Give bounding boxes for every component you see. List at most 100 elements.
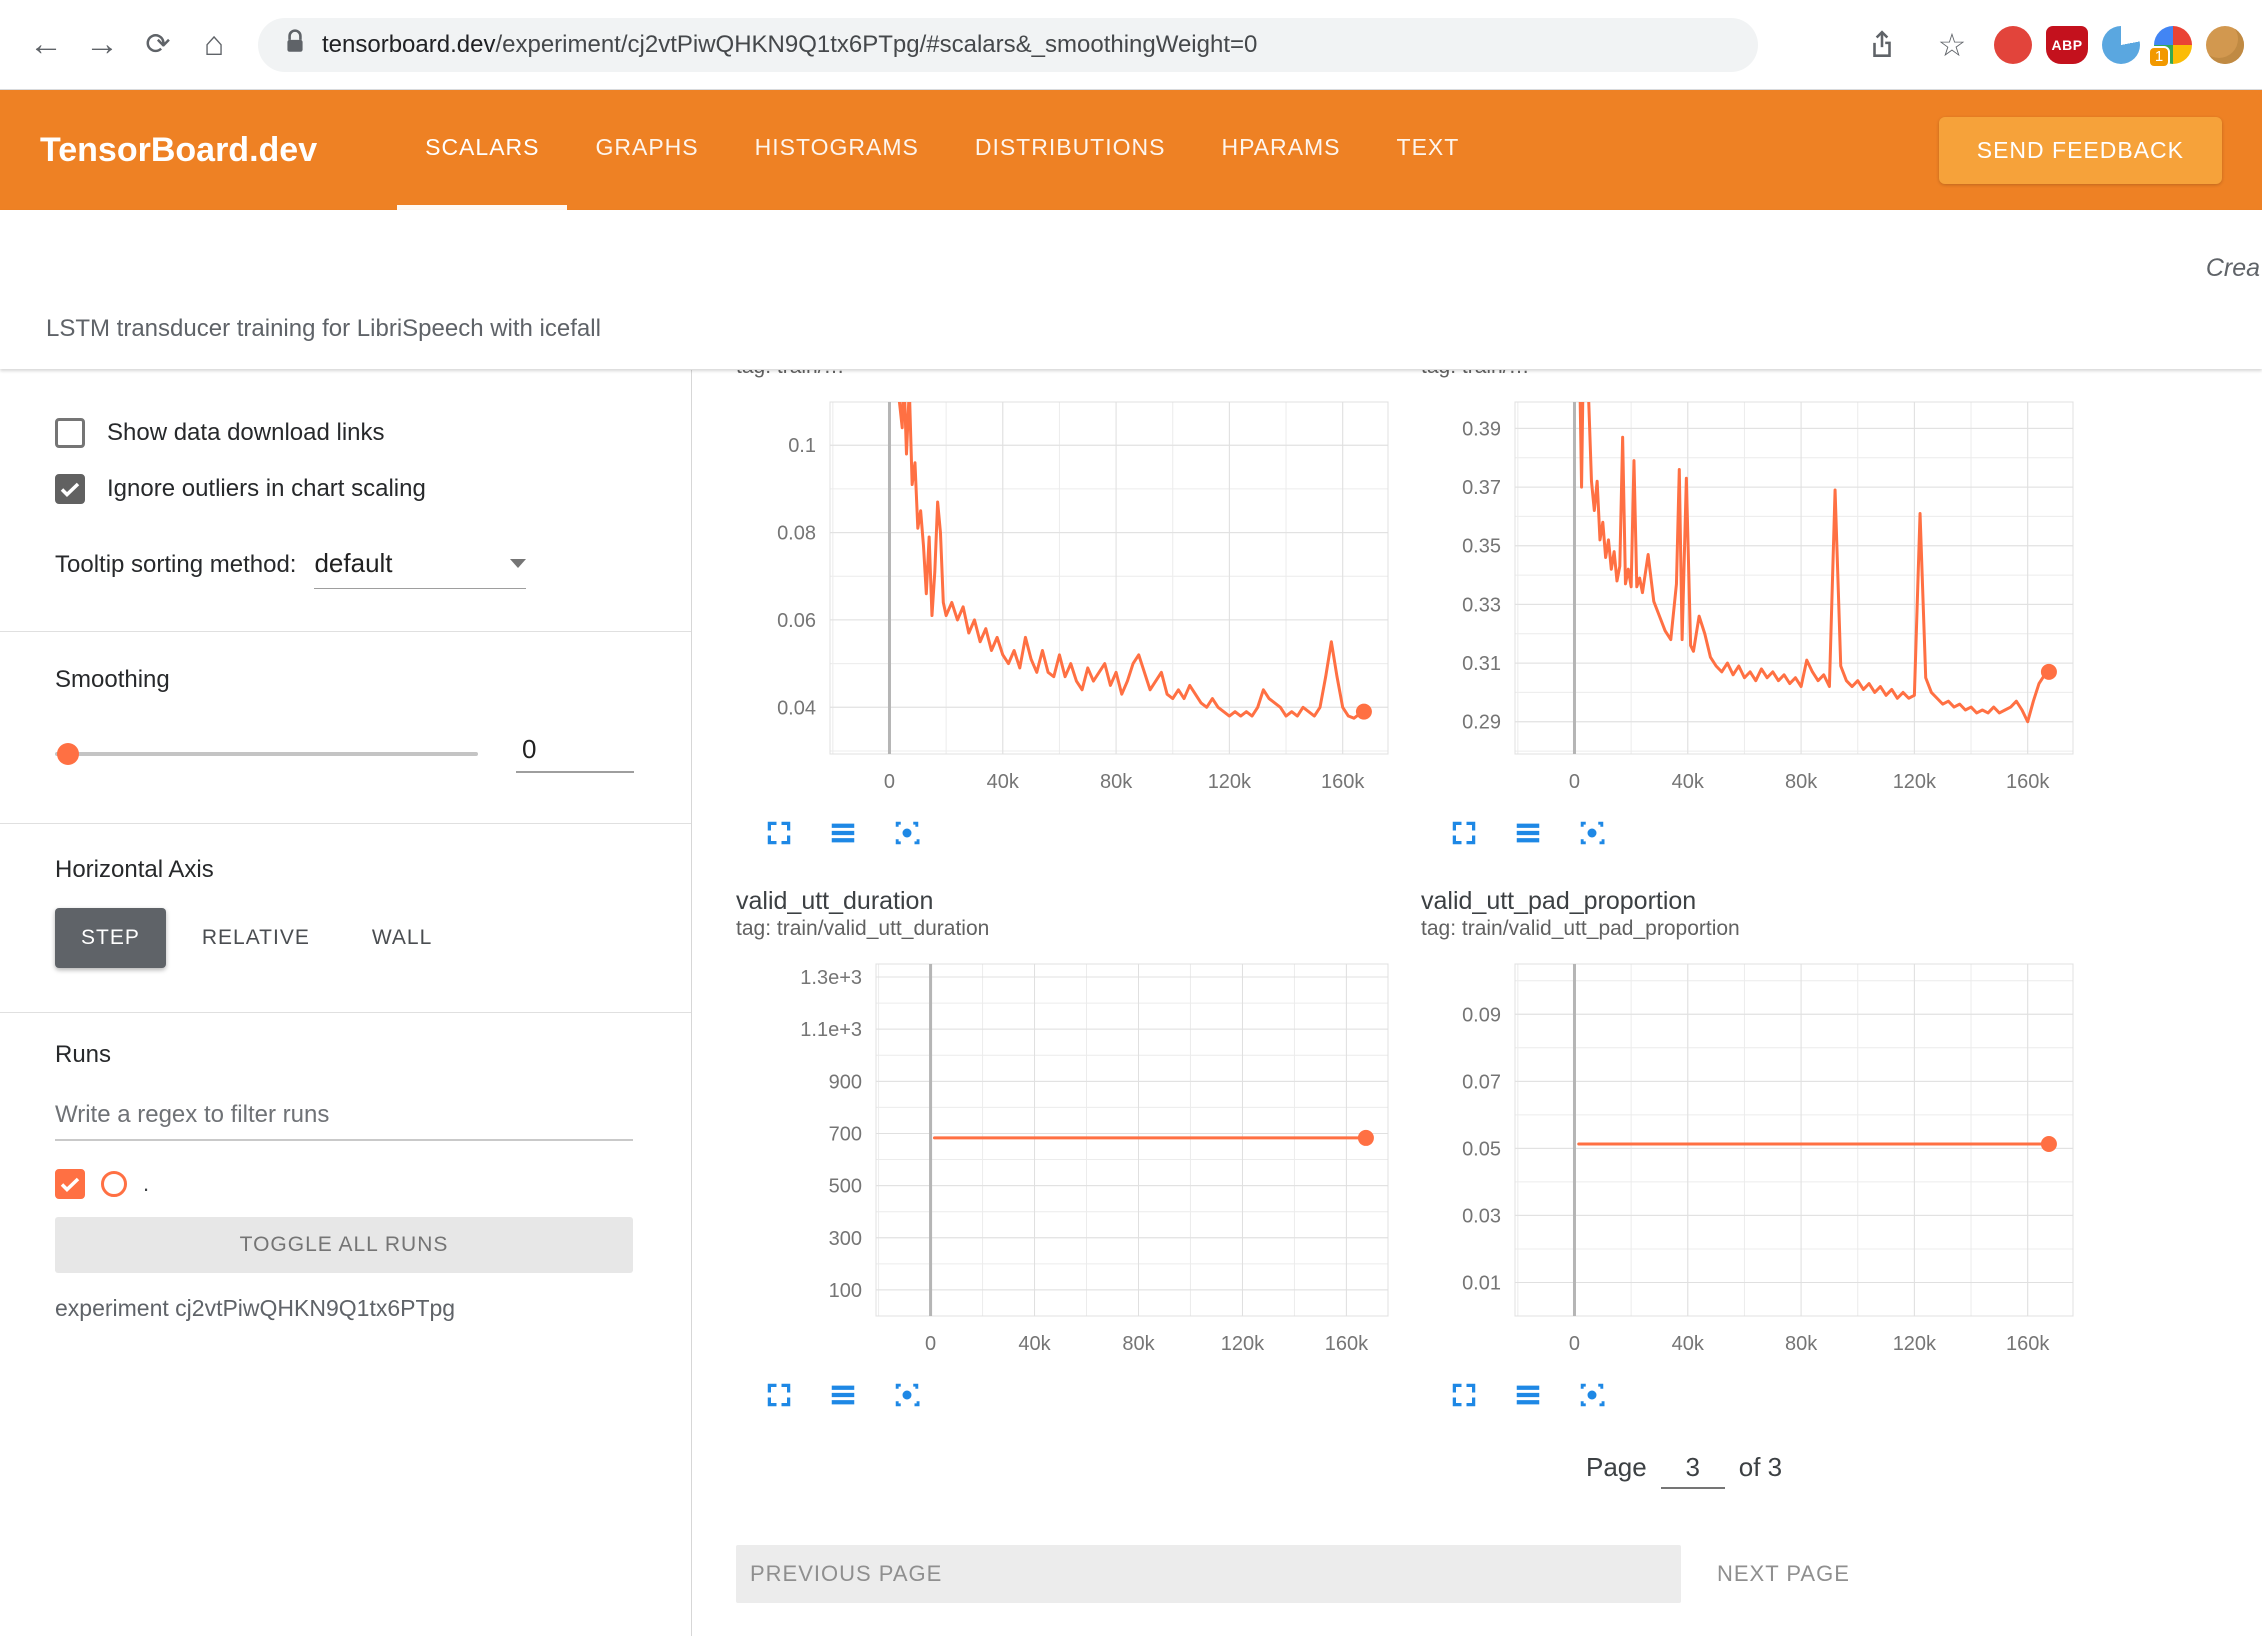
slider-thumb[interactable]: [57, 743, 79, 765]
chart-tag: tag: train/…: [736, 370, 1392, 380]
tab-text[interactable]: TEXT: [1369, 90, 1488, 210]
svg-text:900: 900: [829, 1071, 862, 1093]
svg-text:120k: 120k: [1221, 1333, 1265, 1355]
svg-text:0.09: 0.09: [1462, 1004, 1501, 1026]
svg-text:0: 0: [884, 771, 895, 793]
show-download-checkbox[interactable]: [55, 418, 85, 448]
fullscreen-icon[interactable]: [762, 816, 796, 850]
runs-list-icon[interactable]: [826, 1378, 860, 1412]
ignore-outliers-row[interactable]: Ignore outliers in chart scaling: [55, 474, 636, 504]
next-page-button[interactable]: NEXT PAGE: [1717, 1561, 1850, 1587]
tooltip-sorting-label: Tooltip sorting method:: [55, 551, 296, 579]
tab-scalars[interactable]: SCALARS: [397, 90, 567, 210]
svg-text:0.31: 0.31: [1462, 653, 1501, 675]
smoothing-value-input[interactable]: 0: [516, 734, 634, 773]
previous-page-button[interactable]: PREVIOUS PAGE: [736, 1545, 1681, 1603]
tooltip-sort-value: default: [314, 548, 392, 579]
chart-card-1: tag: train/… 0.040.060.080.1040k80k120k1…: [736, 370, 1392, 850]
browser-toolbar: ← → ⟳ ⌂ tensorboard.dev/experiment/cj2vt…: [0, 0, 2262, 90]
abp-extension-icon[interactable]: ABP: [2046, 26, 2088, 64]
run-color-circle[interactable]: [101, 1171, 127, 1197]
fullscreen-icon[interactable]: [1447, 816, 1481, 850]
axis-step-button[interactable]: STEP: [55, 908, 166, 968]
fullscreen-icon[interactable]: [762, 1378, 796, 1412]
fullscreen-icon[interactable]: [1447, 1378, 1481, 1412]
send-feedback-button[interactable]: SEND FEEDBACK: [1939, 117, 2222, 184]
settings-sidebar: Show data download links Ignore outliers…: [0, 370, 692, 1636]
axis-relative-button[interactable]: RELATIVE: [176, 908, 336, 968]
svg-text:120k: 120k: [1893, 1333, 1937, 1355]
page-number-input[interactable]: [1661, 1452, 1725, 1489]
scalar-chart[interactable]: 1003005007009001.1e+31.3e+3040k80k120k16…: [736, 958, 1392, 1362]
tooltip-sort-dropdown[interactable]: default: [314, 548, 526, 589]
back-icon[interactable]: ←: [18, 17, 74, 73]
smoothing-row: 0: [55, 734, 636, 773]
svg-text:40k: 40k: [1672, 1333, 1705, 1355]
cookie-extension-icon[interactable]: [2206, 26, 2244, 64]
svg-text:0.39: 0.39: [1462, 418, 1501, 440]
fit-domain-icon[interactable]: [890, 816, 924, 850]
lock-icon: [284, 29, 306, 60]
run-name: .: [143, 1171, 149, 1197]
brand-logo[interactable]: TensorBoard.dev: [40, 90, 317, 210]
axis-wall-button[interactable]: WALL: [346, 908, 458, 968]
fit-domain-icon[interactable]: [1575, 1378, 1609, 1412]
svg-text:0.03: 0.03: [1462, 1205, 1501, 1227]
toggle-all-runs-button[interactable]: TOGGLE ALL RUNS: [55, 1217, 633, 1273]
svg-text:0.05: 0.05: [1462, 1138, 1501, 1160]
home-icon[interactable]: ⌂: [186, 17, 242, 73]
scalar-chart[interactable]: 0.040.060.080.1040k80k120k160k: [736, 396, 1392, 800]
main-nav: SCALARS GRAPHS HISTOGRAMS DISTRIBUTIONS …: [397, 90, 1487, 210]
show-download-links-row[interactable]: Show data download links: [55, 418, 636, 448]
svg-text:1.1e+3: 1.1e+3: [800, 1019, 862, 1041]
chart-tag: tag: train/valid_utt_pad_proportion: [1421, 916, 2077, 942]
tab-histograms[interactable]: HISTOGRAMS: [727, 90, 947, 210]
svg-text:160k: 160k: [1321, 771, 1365, 793]
ignore-outliers-checkbox[interactable]: [55, 474, 85, 504]
adblock-extension-icon[interactable]: [1994, 26, 2032, 64]
svg-text:100: 100: [829, 1280, 862, 1302]
tab-graphs[interactable]: GRAPHS: [567, 90, 726, 210]
show-download-label: Show data download links: [107, 419, 385, 447]
runs-label: Runs: [55, 1041, 636, 1069]
tab-distributions[interactable]: DISTRIBUTIONS: [947, 90, 1194, 210]
profile-avatar[interactable]: 1: [2154, 26, 2192, 64]
chart-title: valid_utt_pad_proportion: [1421, 886, 2077, 916]
runs-list-icon[interactable]: [826, 816, 860, 850]
svg-text:0: 0: [1569, 771, 1580, 793]
svg-text:160k: 160k: [2006, 1333, 2050, 1355]
blue-extension-icon[interactable]: [2102, 26, 2140, 64]
svg-text:80k: 80k: [1122, 1333, 1155, 1355]
runs-filter-input[interactable]: [55, 1091, 633, 1141]
url-domain: tensorboard.dev: [322, 31, 495, 58]
svg-text:0.37: 0.37: [1462, 477, 1501, 499]
bookmark-star-icon[interactable]: ☆: [1924, 17, 1980, 73]
address-bar[interactable]: tensorboard.dev/experiment/cj2vtPiwQHKN9…: [258, 18, 1758, 72]
svg-text:0.29: 0.29: [1462, 712, 1501, 734]
svg-text:80k: 80k: [1785, 1333, 1818, 1355]
charts-grid: tag: train/… 0.040.060.080.1040k80k120k1…: [736, 370, 2262, 1412]
tab-hparams[interactable]: HPARAMS: [1193, 90, 1368, 210]
runs-list-icon[interactable]: [1511, 816, 1545, 850]
run-checkbox[interactable]: [55, 1169, 85, 1199]
reload-icon[interactable]: ⟳: [130, 17, 186, 73]
smoothing-slider[interactable]: [55, 752, 478, 756]
share-icon[interactable]: [1854, 17, 1910, 73]
scalar-chart[interactable]: 0.010.030.050.070.09040k80k120k160k: [1421, 958, 2077, 1362]
charts-main: tag: train/… 0.040.060.080.1040k80k120k1…: [692, 370, 2262, 1636]
forward-icon[interactable]: →: [74, 17, 130, 73]
svg-text:40k: 40k: [987, 771, 1020, 793]
horizontal-axis-label: Horizontal Axis: [55, 856, 636, 884]
svg-text:160k: 160k: [2006, 771, 2050, 793]
svg-text:0.07: 0.07: [1462, 1071, 1501, 1093]
chart-card-4: valid_utt_pad_proportion tag: train/vali…: [1421, 886, 2077, 1412]
svg-text:0.06: 0.06: [777, 610, 816, 632]
fit-domain-icon[interactable]: [890, 1378, 924, 1412]
scalar-chart[interactable]: 0.290.310.330.350.370.39040k80k120k160k: [1421, 396, 2077, 800]
experiment-subheader: LSTM transducer training for LibriSpeech…: [0, 210, 2262, 369]
runs-list-icon[interactable]: [1511, 1378, 1545, 1412]
page-indicator: Page of 3: [1586, 1452, 2262, 1489]
page-buttons: PREVIOUS PAGE NEXT PAGE: [736, 1545, 2262, 1603]
created-text-clipped: Crea: [2206, 254, 2260, 283]
fit-domain-icon[interactable]: [1575, 816, 1609, 850]
